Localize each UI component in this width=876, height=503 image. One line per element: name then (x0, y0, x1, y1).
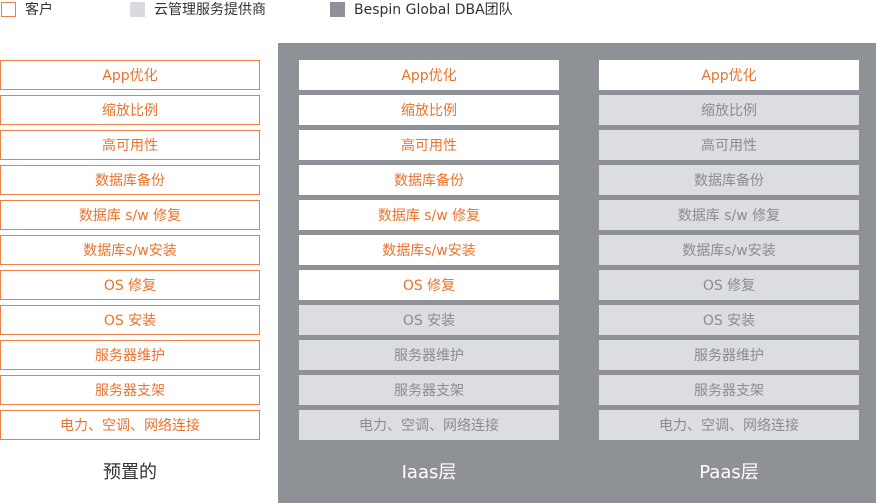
legend-label-provider: 云管理服务提供商 (154, 2, 266, 18)
layer-cell-customer: 高可用性 (0, 130, 260, 160)
layer-cell-provider: 服务器支架 (599, 375, 859, 405)
layer-cell-customer: 数据库s/w安装 (0, 235, 260, 265)
layer-cell-customer: 服务器支架 (0, 375, 260, 405)
legend-item-provider: 云管理服务提供商 (130, 0, 266, 18)
customer-swatch-icon (1, 1, 16, 17)
layer-cell-customer: OS 修复 (0, 270, 260, 300)
legend-label-bespin: Bespin Global DBA团队 (354, 2, 513, 18)
layer-cell-provider: 高可用性 (599, 130, 859, 160)
column-title-on-premise: 预置的 (103, 462, 157, 483)
layer-cell-customer: 数据库备份 (0, 165, 260, 195)
layer-cell-provider: 缩放比例 (599, 95, 859, 125)
layer-cell-provider: 数据库 s/w 修复 (599, 200, 859, 230)
legend-item-customer: 客户 (1, 0, 53, 18)
layer-cell-bespin: 数据库s/w安装 (299, 235, 559, 265)
layer-cell-bespin: 数据库备份 (299, 165, 559, 195)
layer-cell-provider: OS 安装 (599, 305, 859, 335)
column-paas: App优化缩放比例高可用性数据库备份数据库 s/w 修复 数据库s/w安装 OS 修… (599, 60, 859, 445)
layer-cell-provider: 电力、空调、网络连接 (299, 410, 559, 440)
bespin-swatch-icon (330, 1, 345, 17)
layer-cell-bespin: App优化 (299, 60, 559, 90)
layer-cell-provider: 服务器支架 (299, 375, 559, 405)
column-iaas: App优化缩放比例高可用性数据库备份数据库 s/w 修复 数据库s/w安装 OS 修… (299, 60, 559, 445)
layer-cell-provider: 数据库备份 (599, 165, 859, 195)
layer-cell-customer: App优化 (0, 60, 260, 90)
layer-cell-bespin: 高可用性 (299, 130, 559, 160)
layer-cell-provider: 服务器维护 (599, 340, 859, 370)
layer-cell-customer: 服务器维护 (0, 340, 260, 370)
layer-cell-bespin: 数据库 s/w 修复 (299, 200, 559, 230)
layer-cell-customer: 数据库 s/w 修复 (0, 200, 260, 230)
column-on-premise: App优化缩放比例高可用性数据库备份数据库 s/w 修复 数据库s/w安装 OS 修… (0, 60, 260, 445)
layer-cell-provider: 服务器维护 (299, 340, 559, 370)
layer-cell-provider: 电力、空调、网络连接 (599, 410, 859, 440)
layer-cell-provider: 数据库s/w安装 (599, 235, 859, 265)
legend-label-customer: 客户 (25, 2, 53, 18)
provider-swatch-icon (130, 1, 145, 17)
layer-cell-provider: OS 修复 (599, 270, 859, 300)
legend-item-bespin: Bespin Global DBA团队 (330, 0, 513, 18)
layer-cell-bespin: 缩放比例 (299, 95, 559, 125)
layer-cell-customer: 缩放比例 (0, 95, 260, 125)
column-title-paas: Paas层 (699, 462, 759, 483)
layer-cell-bespin: App优化 (599, 60, 859, 90)
layer-cell-provider: OS 安装 (299, 305, 559, 335)
column-title-iaas: Iaas层 (401, 462, 457, 483)
layer-cell-bespin: OS 修复 (299, 270, 559, 300)
layer-cell-customer: OS 安装 (0, 305, 260, 335)
layer-cell-customer: 电力、空调、网络连接 (0, 410, 260, 440)
